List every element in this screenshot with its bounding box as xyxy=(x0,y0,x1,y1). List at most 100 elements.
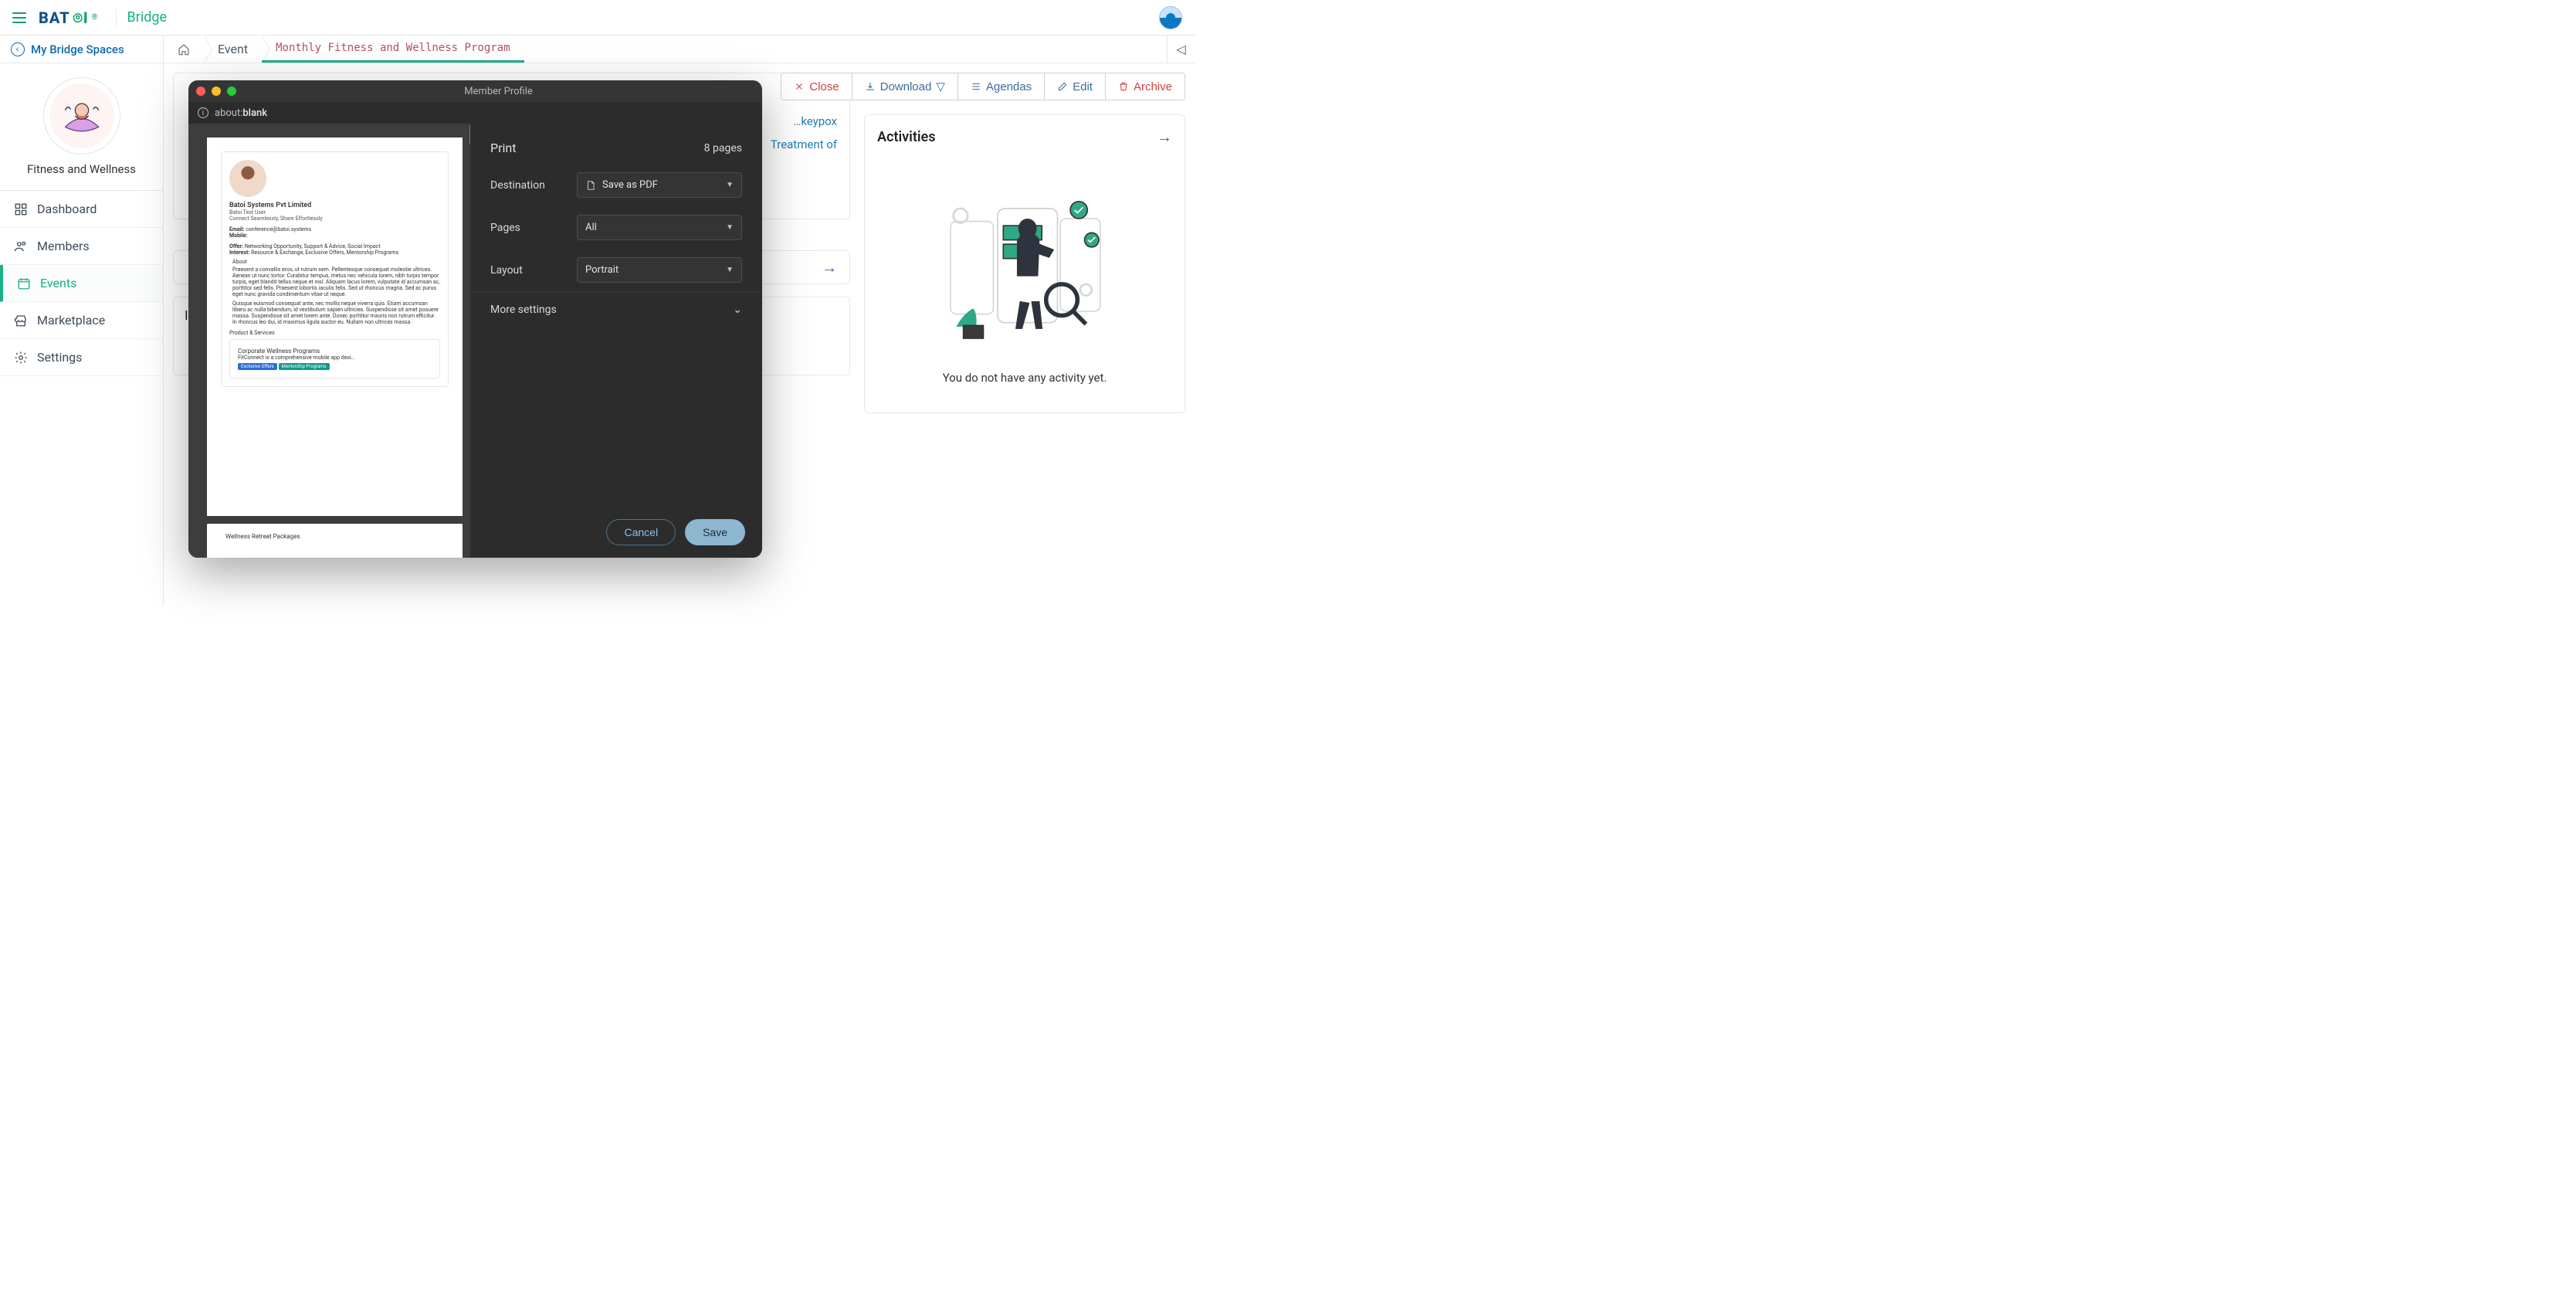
url-prefix: about: xyxy=(215,107,242,119)
save-button[interactable]: Save xyxy=(685,519,745,545)
pages-label: Pages xyxy=(490,222,568,234)
layout-value: Portrait xyxy=(585,264,619,276)
sidebar-item-marketplace[interactable]: Marketplace xyxy=(0,302,163,339)
sidebar-item-dashboard[interactable]: Dashboard xyxy=(0,191,163,228)
ps-heading: Product & Services xyxy=(229,330,440,336)
breadcrumb-home[interactable] xyxy=(164,36,204,63)
activities-empty-text: You do not have any activity yet. xyxy=(943,371,1107,385)
url-bar: i about:blank xyxy=(188,102,762,124)
caret-down-icon: ▼ xyxy=(726,223,734,232)
org-name: Batoi Systems Pvt Limited xyxy=(229,202,440,209)
activities-illustration xyxy=(932,171,1117,357)
activities-title: Activities xyxy=(877,129,935,145)
mobile-label: Mobile: xyxy=(229,233,247,239)
button-label: Edit xyxy=(1073,80,1093,93)
arrow-right-icon[interactable]: → xyxy=(1157,127,1172,147)
edit-button[interactable]: Edit xyxy=(1045,73,1106,100)
pages-value: All xyxy=(585,222,597,233)
preview-page-1: Batoi Systems Pvt Limited Batoi Test Use… xyxy=(207,137,463,516)
sidebar-item-label: Events xyxy=(40,276,76,290)
sidebar-item-label: Settings xyxy=(37,350,82,365)
profile-photo xyxy=(229,160,266,197)
ps-card1-desc: FitConnect is a comprehensive mobile app… xyxy=(238,355,432,361)
file-icon xyxy=(585,180,596,191)
button-label: Close xyxy=(809,80,839,93)
home-icon xyxy=(178,43,190,56)
window-maximize-icon[interactable] xyxy=(227,87,236,96)
window-close-icon[interactable] xyxy=(196,87,205,96)
window-titlebar: Member Profile xyxy=(188,80,762,102)
agendas-button[interactable]: Agendas xyxy=(958,73,1045,100)
window-title: Member Profile xyxy=(242,86,754,97)
edit-icon xyxy=(1057,81,1068,92)
download-button[interactable]: Download ▽ xyxy=(852,73,958,100)
breadcrumb-current: Monthly Fitness and Wellness Program xyxy=(262,36,524,63)
email-value: conference@batoi.systems xyxy=(246,226,311,233)
destination-label: Destination xyxy=(490,179,568,192)
archive-button[interactable]: Archive xyxy=(1106,73,1185,100)
back-to-spaces[interactable]: My Bridge Spaces xyxy=(0,36,164,63)
close-icon xyxy=(794,81,805,92)
tag-pill: Exclusive Offers xyxy=(238,363,277,370)
cancel-button[interactable]: Cancel xyxy=(606,519,676,545)
user-avatar[interactable] xyxy=(1159,6,1182,29)
activities-card: Activities → xyxy=(864,114,1185,413)
sidebar-item-label: Dashboard xyxy=(37,202,97,216)
list-icon xyxy=(971,81,981,92)
sidebar-item-label: Marketplace xyxy=(37,313,105,328)
more-settings-toggle[interactable]: More settings ⌄ xyxy=(470,292,762,327)
about-para2: Quisque euismod consequat ante, nec moll… xyxy=(232,300,440,325)
caret-down-icon: ▽ xyxy=(936,80,945,93)
email-label: Email: xyxy=(229,226,244,233)
store-icon xyxy=(14,314,28,328)
ps-card2-title: Wellness Retreat Packages xyxy=(225,533,444,540)
top-bar: BAT⌾I® Bridge xyxy=(0,0,1195,36)
brand-logo[interactable]: BAT⌾I® xyxy=(39,8,99,27)
chevron-down-icon: ⌄ xyxy=(733,304,742,316)
dashboard-icon xyxy=(14,202,28,216)
arrow-right-icon[interactable]: → xyxy=(822,258,837,277)
scrollbar[interactable] xyxy=(469,124,470,145)
more-settings-label: More settings xyxy=(490,304,557,316)
print-dialog: Member Profile i about:blank Batoi Syste… xyxy=(188,80,762,558)
button-label: Download xyxy=(880,80,932,93)
interest-label: Interest: xyxy=(229,250,249,256)
sidebar-item-members[interactable]: Members xyxy=(0,228,163,265)
pages-select[interactable]: All ▼ xyxy=(577,215,742,240)
sidebar-item-settings[interactable]: Settings xyxy=(0,339,163,376)
lotus-avatar-icon xyxy=(54,88,110,144)
breadcrumb-bar: My Bridge Spaces Event Monthly Fitness a… xyxy=(0,36,1195,63)
calendar-icon xyxy=(17,277,31,290)
bridge-label[interactable]: Bridge xyxy=(116,9,168,25)
gear-icon xyxy=(14,351,28,365)
close-button[interactable]: Close xyxy=(781,73,852,100)
menu-icon[interactable] xyxy=(12,12,26,23)
workspace-header: Fitness and Wellness xyxy=(0,63,163,191)
preview-page-2: Wellness Retreat Packages xyxy=(207,524,463,558)
members-icon xyxy=(14,239,28,253)
nav-back-icon[interactable]: ◁ xyxy=(1167,36,1195,63)
button-label: Archive xyxy=(1134,80,1172,93)
sidebar-item-events[interactable]: Events xyxy=(0,265,163,302)
caret-down-icon: ▼ xyxy=(726,266,734,274)
tag-pill: Mentorship Programs xyxy=(279,363,330,370)
workspace-avatar xyxy=(43,77,120,154)
breadcrumb-event[interactable]: Event xyxy=(204,36,262,63)
offer-label: Offer: xyxy=(229,243,243,250)
trash-icon xyxy=(1118,81,1129,92)
layout-label: Layout xyxy=(490,264,568,277)
download-icon xyxy=(865,81,876,92)
tagline: Connect Seamlessly, Share Effortlessly xyxy=(229,216,440,222)
window-minimize-icon[interactable] xyxy=(212,87,221,96)
url-rest: blank xyxy=(242,107,267,119)
ps-card1-title: Corporate Wellness Programs xyxy=(238,348,432,355)
info-icon: i xyxy=(198,107,208,118)
sidebar-item-label: Members xyxy=(37,239,90,253)
print-settings: Print 8 pages Destination Save as PDF ▼ … xyxy=(470,124,762,558)
page-count: 8 pages xyxy=(704,142,742,154)
interest-value: Resource & Exchange, Exclusive Offers, M… xyxy=(251,250,398,256)
destination-select[interactable]: Save as PDF ▼ xyxy=(577,172,742,198)
caret-down-icon: ▼ xyxy=(726,181,734,189)
about-heading: About xyxy=(232,259,440,265)
layout-select[interactable]: Portrait ▼ xyxy=(577,257,742,283)
